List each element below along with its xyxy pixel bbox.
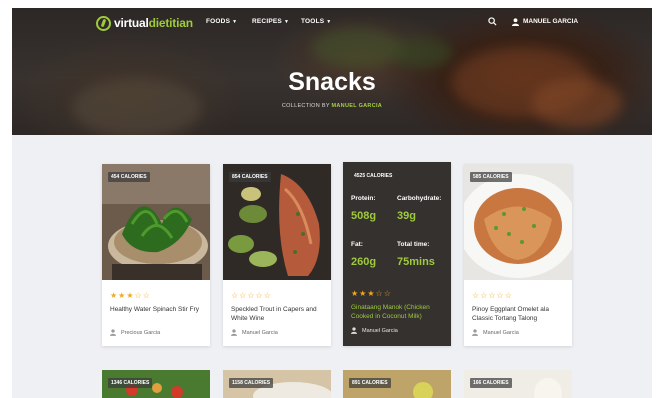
calories-badge: 1158 CALORIES	[229, 378, 274, 388]
author-name: Precious Garcia	[121, 329, 161, 336]
recipe-title[interactable]: Ginataang Manok (Chicken Cooked in Cocon…	[351, 303, 445, 321]
calories-badge: 454 CALORIES	[108, 172, 150, 182]
nav-foods[interactable]: FOODS ▼	[206, 18, 237, 25]
carbohydrate-label: Carbohydrate:	[397, 195, 442, 202]
calories-badge: 166 CALORIES	[470, 378, 512, 388]
page-frame: virtual dietitian FOODS ▼ RECIPES ▼ TOOLS ▼…	[12, 8, 652, 398]
search-icon[interactable]	[488, 17, 497, 26]
author-name: Manuel Garcia	[362, 327, 398, 334]
user-icon[interactable]	[512, 18, 519, 26]
recipe-card-partial[interactable]: 1158 CALORIES	[223, 370, 331, 398]
recipe-title[interactable]: Healthy Water Spinach Stir Fry	[110, 305, 204, 314]
person-icon	[231, 329, 237, 336]
fat-label: Fat:	[351, 241, 363, 248]
author-name: Manuel Garcia	[242, 329, 278, 336]
protein-label: Protein:	[351, 195, 376, 202]
rating-stars[interactable]: ★★★☆☆	[351, 289, 392, 298]
recipe-card[interactable]: 585 CALORIES ☆☆☆☆☆ Pinoy Eggplant Omelet…	[464, 164, 572, 346]
nav-recipes-label: RECIPES	[252, 18, 282, 25]
recipe-card-partial[interactable]: 891 CALORIES	[343, 370, 451, 398]
logo-text-virtual: virtual	[114, 16, 149, 30]
rating-stars[interactable]: ☆☆☆☆☆	[472, 291, 513, 300]
page-title: Snacks	[288, 68, 376, 96]
logo-text-dietitian: dietitian	[148, 16, 193, 30]
nav-tools-label: TOOLS	[301, 18, 325, 25]
calories-badge: 854 CALORIES	[229, 172, 271, 182]
total-time-label: Total time:	[397, 241, 430, 248]
nav-foods-label: FOODS	[206, 18, 231, 25]
recipe-card-partial[interactable]: 1346 CALORIES	[102, 370, 210, 398]
person-icon	[110, 329, 116, 336]
top-nav: virtual dietitian FOODS ▼ RECIPES ▼ TOOLS ▼…	[12, 8, 652, 38]
byline-prefix: COLLECTION BY	[281, 103, 330, 109]
chevron-down-icon: ▼	[326, 19, 332, 25]
calories-badge: 891 CALORIES	[349, 378, 391, 388]
recipe-title[interactable]: Pinoy Eggplant Omelet ala Classic Tortan…	[472, 305, 566, 323]
recipe-card[interactable]: 854 CALORIES ☆☆☆☆☆ Speckled Trout in Cap…	[223, 164, 331, 346]
recipe-author: Manuel Garcia	[472, 329, 519, 336]
logo-icon	[96, 15, 111, 31]
protein-value: 508g	[351, 210, 377, 222]
recipe-card[interactable]: 454 CALORIES ★★★☆☆ Healthy Water Spinach…	[102, 164, 210, 346]
nav-recipes[interactable]: RECIPES ▼	[252, 18, 289, 25]
nav-tools[interactable]: TOOLS ▼	[301, 18, 331, 25]
collection-byline: COLLECTION BY MANUEL GARCIA	[12, 103, 652, 109]
rating-stars[interactable]: ★★★☆☆	[110, 291, 151, 300]
recipe-title[interactable]: Speckled Trout in Capers and White Wine	[231, 305, 325, 323]
fat-value: 260g	[351, 256, 377, 268]
calories-badge: 4525 CALORIES	[354, 173, 393, 179]
recipe-photo[interactable]: 454 CALORIES	[102, 164, 210, 280]
byline-author-link[interactable]: MANUEL GARCIA	[332, 103, 383, 109]
recipe-author: Precious Garcia	[110, 329, 160, 336]
hero-banner: virtual dietitian FOODS ▼ RECIPES ▼ TOOLS ▼…	[12, 8, 652, 135]
person-icon	[472, 329, 478, 336]
site-logo[interactable]: virtual dietitian	[96, 15, 193, 31]
recipe-photo[interactable]: 854 CALORIES	[223, 164, 331, 280]
calories-badge: 585 CALORIES	[470, 172, 512, 182]
recipe-photo[interactable]: 585 CALORIES	[464, 164, 572, 280]
recipe-author: Manuel Garcia	[351, 327, 398, 334]
user-menu[interactable]: MANUEL GARCIA	[523, 18, 578, 25]
author-name: Manuel Garcia	[483, 329, 519, 336]
recipe-card-hovered[interactable]: 4525 CALORIES Protein: Carbohydrate: 508…	[343, 162, 451, 346]
total-time-value: 75mins	[397, 256, 435, 268]
rating-stars[interactable]: ☆☆☆☆☆	[231, 291, 272, 300]
carbohydrate-value: 39g	[397, 210, 416, 222]
recipe-author: Manuel Garcia	[231, 329, 278, 336]
recipe-card-partial[interactable]: 166 CALORIES	[464, 370, 572, 398]
person-icon	[351, 327, 357, 334]
chevron-down-icon: ▼	[232, 19, 238, 25]
chevron-down-icon: ▼	[283, 19, 290, 25]
calories-badge: 1346 CALORIES	[108, 378, 153, 388]
